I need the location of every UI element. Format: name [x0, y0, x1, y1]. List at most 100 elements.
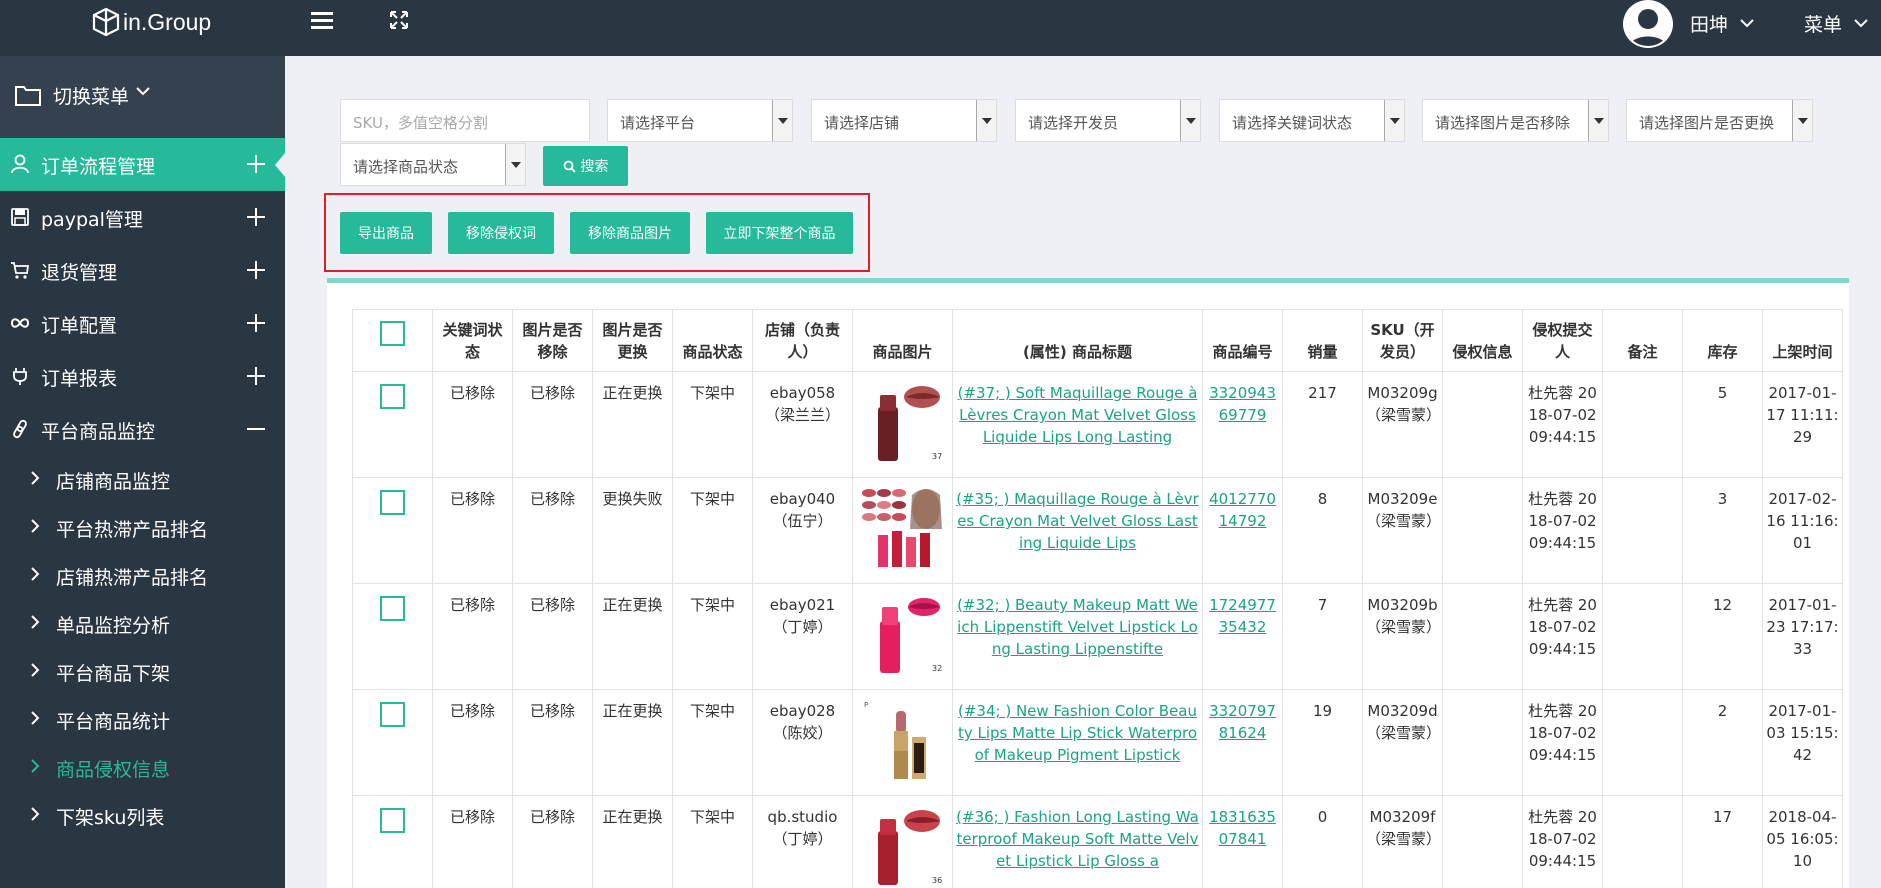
infringement-table: 关键词状态 图片是否移除 图片是否更换 商品状态 店铺（负责人） 商品图片 (属…: [352, 309, 1843, 888]
product-title-link[interactable]: (#37; ) Soft Maquillage Rouge à Lèvres C…: [958, 384, 1198, 446]
product-status-select[interactable]: 请选择商品状态: [340, 143, 526, 186]
listed-time-cell: 2018-04-05 16:05:10: [1762, 795, 1843, 888]
platform-select[interactable]: 请选择平台: [607, 99, 793, 142]
sidebar-subitem-platform-delist[interactable]: 平台商品下架: [0, 648, 285, 696]
fullscreen-icon[interactable]: [389, 10, 409, 34]
export-products-button[interactable]: 导出商品: [340, 212, 432, 254]
image-replaced-cell: 正在更换: [592, 689, 673, 796]
dropdown-arrow-icon[interactable]: [976, 100, 996, 141]
sidebar-item-paypal[interactable]: paypal管理: [0, 191, 285, 244]
column-header: 上架时间: [1762, 309, 1843, 372]
product-title-link[interactable]: (#35; ) Maquillage Rouge à Lèvres Crayon…: [956, 490, 1199, 552]
row-checkbox[interactable]: [380, 808, 405, 833]
column-header: 销量: [1282, 309, 1363, 372]
infringement-info-cell: [1442, 583, 1523, 690]
sidebar-item-order-report[interactable]: 订单报表: [0, 350, 285, 403]
table-row: 已移除 已移除 正在更换 下架中 ebay028（陈姣） P (#34; ) N…: [352, 689, 1843, 796]
image-replaced-select[interactable]: 请选择图片是否更换: [1626, 99, 1813, 142]
product-thumbnail[interactable]: P: [859, 697, 946, 783]
sidebar-subitem-single-analysis[interactable]: 单品监控分析: [0, 600, 285, 648]
sidebar-item-label: paypal管理: [41, 209, 143, 231]
sidebar-subitem-infringement[interactable]: 商品侵权信息: [0, 744, 285, 792]
sidebar-item-order-flow[interactable]: 订单流程管理: [0, 138, 285, 191]
switch-menu[interactable]: 切换菜单: [0, 56, 285, 138]
product-thumbnail[interactable]: 32: [859, 591, 946, 677]
dropdown-arrow-icon[interactable]: [505, 144, 525, 185]
top-menu-label[interactable]: 菜单: [1804, 10, 1842, 37]
image-removed-cell: 已移除: [512, 795, 593, 888]
keyword-status-select[interactable]: 请选择关键词状态: [1219, 99, 1405, 142]
chevron-down-icon[interactable]: [1740, 13, 1754, 32]
search-button[interactable]: 搜索: [543, 146, 628, 186]
sales-cell: 19: [1282, 689, 1363, 796]
table-row: 已移除 已移除 正在更换 下架中 ebay058（梁兰兰） 37 (#37; )…: [352, 371, 1843, 478]
product-thumbnail[interactable]: 36: [859, 803, 946, 888]
item-number-link[interactable]: 332079781624: [1209, 702, 1276, 742]
product-thumbnail[interactable]: [859, 485, 946, 571]
product-thumbnail[interactable]: 37: [859, 379, 946, 465]
select-all-checkbox[interactable]: [380, 321, 405, 346]
sku-search-input[interactable]: SKU，多值空格分割: [340, 99, 590, 142]
sidebar-subitem-platform-stats[interactable]: 平台商品统计: [0, 696, 285, 744]
item-number-link[interactable]: 172497735432: [1209, 596, 1276, 636]
dropdown-arrow-icon[interactable]: [1792, 100, 1812, 141]
remove-infringing-words-button[interactable]: 移除侵权词: [448, 212, 554, 254]
user-name[interactable]: 田坤: [1690, 10, 1728, 37]
sidebar-item-order-config[interactable]: 订单配置: [0, 297, 285, 350]
listed-time-cell: 2017-01-23 17:17:33: [1762, 583, 1843, 690]
developer-select[interactable]: 请选择开发员: [1015, 99, 1201, 142]
logo[interactable]: in.Group: [92, 0, 211, 44]
submitter-cell: 杜先蓉 2018-07-02 09:44:15: [1522, 689, 1603, 796]
row-checkbox[interactable]: [380, 702, 405, 727]
item-number-link[interactable]: 401277014792: [1209, 490, 1276, 530]
delist-product-button[interactable]: 立即下架整个商品: [706, 212, 853, 254]
remove-product-images-button[interactable]: 移除商品图片: [570, 212, 690, 254]
sidebar-subitem-shop-monitor[interactable]: 店铺商品监控: [0, 456, 285, 504]
hamburger-menu-icon[interactable]: [311, 12, 333, 30]
item-number-link[interactable]: 183163507841: [1209, 808, 1276, 848]
row-checkbox[interactable]: [380, 596, 405, 621]
column-header: (属性) 商品标题: [952, 309, 1203, 372]
item-number-cell: 172497735432: [1202, 583, 1283, 690]
sidebar-subitem-delisted-sku[interactable]: 下架sku列表: [0, 792, 285, 840]
sidebar-subitem-platform-ranking[interactable]: 平台热滞产品排名: [0, 504, 285, 552]
row-checkbox[interactable]: [380, 490, 405, 515]
chevron-right-icon: [31, 615, 40, 629]
search-button-label: 搜索: [580, 159, 609, 175]
row-select-cell: [352, 689, 433, 796]
submitter-cell: 杜先蓉 2018-07-02 09:44:15: [1522, 477, 1603, 584]
shop-select[interactable]: 请选择店铺: [811, 99, 997, 142]
dropdown-arrow-icon[interactable]: [772, 100, 792, 141]
avatar[interactable]: [1623, 0, 1673, 48]
image-removed-select[interactable]: 请选择图片是否移除: [1422, 99, 1609, 142]
keyword-status-cell: 已移除: [432, 689, 513, 796]
column-header: 商品编号: [1202, 309, 1283, 372]
product-title-link[interactable]: (#36; ) Fashion Long Lasting Waterproof …: [956, 808, 1199, 870]
sidebar-item-returns[interactable]: 退货管理: [0, 244, 285, 297]
dropdown-arrow-icon[interactable]: [1180, 100, 1200, 141]
item-number-link[interactable]: 332094369779: [1209, 384, 1276, 424]
listed-time-cell: 2017-02-16 11:16:01: [1762, 477, 1843, 584]
dropdown-arrow-icon[interactable]: [1588, 100, 1608, 141]
column-header: 店铺（负责人）: [752, 309, 853, 372]
plus-icon: [247, 208, 265, 226]
sku-cell: M03209g（梁雪蒙）: [1362, 371, 1443, 478]
submitter-cell: 杜先蓉 2018-07-02 09:44:15: [1522, 583, 1603, 690]
chevron-right-icon: [31, 663, 40, 677]
developer-select-value: 请选择开发员: [1028, 114, 1119, 132]
chevron-down-icon[interactable]: [1854, 13, 1868, 32]
submitter-cell: 杜先蓉 2018-07-02 09:44:15: [1522, 795, 1603, 888]
sidebar-subitem-label: 商品侵权信息: [56, 759, 171, 781]
product-title-link[interactable]: (#32; ) Beauty Makeup Matt Weich Lippens…: [957, 596, 1198, 658]
active-indicator: [275, 153, 285, 177]
sidebar-subitem-shop-ranking[interactable]: 店铺热滞产品排名: [0, 552, 285, 600]
sidebar-item-platform-monitor[interactable]: 平台商品监控: [0, 403, 285, 456]
stock-cell: 17: [1682, 795, 1763, 888]
column-header: 备注: [1602, 309, 1683, 372]
remark-cell: [1602, 689, 1683, 796]
row-checkbox[interactable]: [380, 384, 405, 409]
dropdown-arrow-icon[interactable]: [1384, 100, 1404, 141]
product-title-link[interactable]: (#34; ) New Fashion Color Beauty Lips Ma…: [958, 702, 1197, 764]
product-title-cell: (#37; ) Soft Maquillage Rouge à Lèvres C…: [952, 371, 1203, 478]
keyword-status-cell: 已移除: [432, 371, 513, 478]
